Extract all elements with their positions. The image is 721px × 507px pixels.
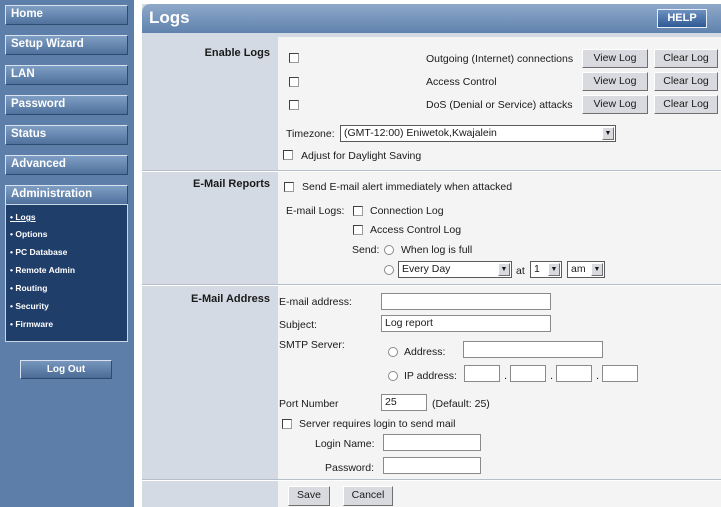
connection-log-label: Connection Log — [370, 205, 444, 217]
save-button[interactable]: Save — [288, 486, 330, 506]
email-address-field-label: E-mail address: — [279, 296, 352, 308]
server-login-label: Server requires login to send mail — [299, 418, 456, 430]
send-label: Send: — [352, 244, 380, 256]
chevron-down-icon: ▼ — [548, 263, 560, 276]
access-clear-log-button[interactable]: Clear Log — [654, 72, 718, 91]
dos-log-label: DoS (Denial or Service) attacks — [426, 99, 573, 111]
section-divider — [142, 171, 721, 172]
smtp-ip-radio[interactable] — [388, 371, 398, 381]
smtp-server-label: SMTP Server: — [279, 339, 345, 351]
dos-view-log-button[interactable]: View Log — [582, 95, 648, 114]
password-label: Password: — [325, 462, 375, 474]
ampm-select[interactable]: am ▼ — [567, 261, 605, 278]
enable-logs-label: Enable Logs — [204, 47, 270, 59]
smtp-address-input[interactable] — [463, 341, 603, 358]
email-reports-label: E-Mail Reports — [192, 178, 270, 190]
access-control-log-checkbox[interactable] — [289, 77, 299, 87]
outgoing-clear-log-button[interactable]: Clear Log — [654, 49, 718, 68]
smtp-address-radio[interactable] — [388, 347, 398, 357]
submenu-item-routing[interactable]: • Routing — [10, 283, 47, 293]
subject-label: Subject: — [279, 319, 317, 331]
outgoing-log-checkbox[interactable] — [289, 53, 299, 63]
help-button[interactable]: HELP — [657, 9, 707, 28]
sidebar: Home Setup Wizard LAN Password Status Ad… — [0, 0, 134, 507]
password-input[interactable] — [383, 457, 481, 474]
port-number-label: Port Number — [279, 398, 339, 410]
nav-password-button[interactable]: Password — [5, 95, 128, 115]
port-number-input[interactable]: 25 — [381, 394, 427, 411]
port-default-hint: (Default: 25) — [432, 398, 490, 410]
chevron-down-icon: ▼ — [498, 263, 510, 276]
page-title: Logs — [149, 8, 190, 27]
email-address-input[interactable] — [381, 293, 551, 310]
smtp-ip-octet-2[interactable] — [510, 365, 546, 382]
chevron-down-icon: ▼ — [602, 127, 614, 140]
cancel-button[interactable]: Cancel — [343, 486, 393, 506]
connection-log-checkbox[interactable] — [353, 206, 363, 216]
access-control-email-label: Access Control Log — [370, 224, 462, 236]
smtp-address-label: Address: — [404, 346, 446, 358]
smtp-ip-octet-3[interactable] — [556, 365, 592, 382]
nav-administration-button[interactable]: Administration — [5, 185, 128, 205]
send-when-full-radio[interactable] — [384, 245, 394, 255]
section-divider — [142, 285, 721, 286]
send-when-full-label: When log is full — [401, 244, 473, 256]
access-view-log-button[interactable]: View Log — [582, 72, 648, 91]
nav-advanced-button[interactable]: Advanced — [5, 155, 128, 175]
submenu-item-firmware[interactable]: • Firmware — [10, 319, 53, 329]
login-name-input[interactable] — [383, 434, 481, 451]
email-address-label: E-Mail Address — [190, 293, 270, 305]
administration-submenu: • Logs • Options • PC Database • Remote … — [5, 204, 128, 342]
chevron-down-icon: ▼ — [591, 263, 603, 276]
dos-clear-log-button[interactable]: Clear Log — [654, 95, 718, 114]
timezone-select[interactable]: (GMT-12:00) Eniwetok,Kwajalein ▼ — [340, 125, 616, 142]
outgoing-log-label: Outgoing (Internet) connections — [426, 53, 574, 65]
daylight-saving-checkbox[interactable] — [283, 150, 293, 160]
submenu-item-security[interactable]: • Security — [10, 301, 49, 311]
section-divider — [142, 480, 721, 481]
submenu-item-remote-admin[interactable]: • Remote Admin — [10, 265, 75, 275]
smtp-ip-octet-1[interactable] — [464, 365, 500, 382]
subject-input[interactable]: Log report — [381, 315, 551, 332]
email-logs-label: E-mail Logs: — [286, 205, 345, 217]
access-control-log-label: Access Control — [426, 76, 497, 88]
at-label: at — [516, 265, 525, 277]
dos-log-checkbox[interactable] — [289, 100, 299, 110]
ip-separator: . — [596, 370, 600, 382]
schedule-select[interactable]: Every Day ▼ — [398, 261, 512, 278]
ip-separator: . — [550, 370, 554, 382]
login-name-label: Login Name: — [315, 438, 375, 450]
daylight-saving-label: Adjust for Daylight Saving — [301, 150, 422, 162]
server-login-checkbox[interactable] — [282, 419, 292, 429]
nav-home-button[interactable]: Home — [5, 5, 128, 25]
submenu-item-options[interactable]: • Options — [10, 229, 47, 239]
smtp-ip-octet-4[interactable] — [602, 365, 638, 382]
timezone-label: Timezone: — [286, 128, 335, 140]
submenu-item-pc-database[interactable]: • PC Database — [10, 247, 67, 257]
nav-status-button[interactable]: Status — [5, 125, 128, 145]
title-bar: Logs HELP — [142, 4, 721, 33]
outgoing-view-log-button[interactable]: View Log — [582, 49, 648, 68]
logout-button[interactable]: Log Out — [20, 360, 112, 379]
nav-lan-button[interactable]: LAN — [5, 65, 128, 85]
submenu-item-logs[interactable]: • Logs — [10, 212, 36, 222]
send-alert-checkbox[interactable] — [284, 182, 294, 192]
send-alert-label: Send E-mail alert immediately when attac… — [302, 181, 513, 193]
smtp-ip-label: IP address: — [404, 370, 457, 382]
hour-select[interactable]: 1 ▼ — [530, 261, 562, 278]
send-schedule-radio[interactable] — [384, 265, 394, 275]
ip-separator: . — [504, 370, 508, 382]
nav-setup-wizard-button[interactable]: Setup Wizard — [5, 35, 128, 55]
access-control-email-checkbox[interactable] — [353, 225, 363, 235]
